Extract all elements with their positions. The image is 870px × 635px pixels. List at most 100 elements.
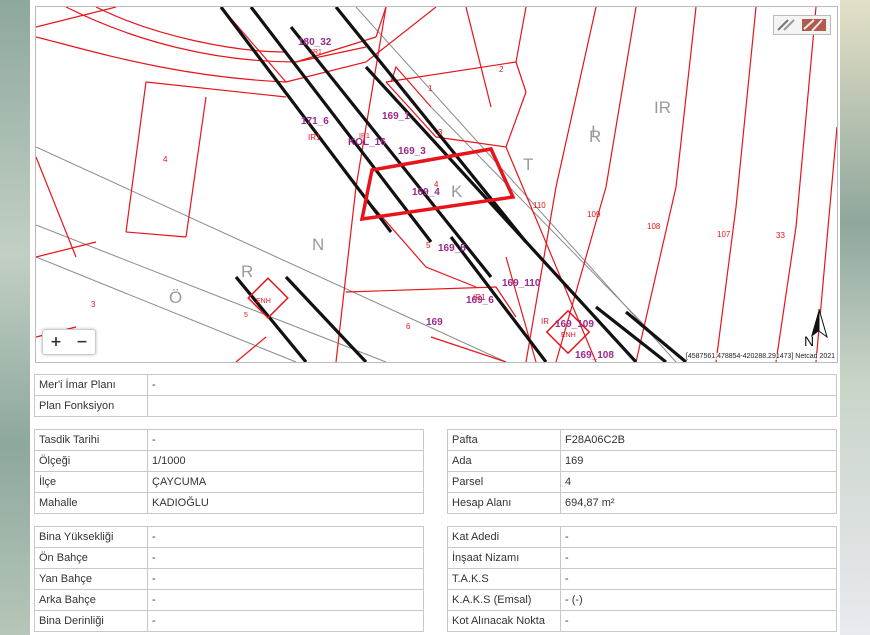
layer-switch-button[interactable] xyxy=(773,15,831,35)
row-label: Ölçeği xyxy=(34,450,148,472)
parcel-label: IR1 xyxy=(308,133,321,142)
parcel-label: 4 xyxy=(163,155,168,164)
table-row: Mer'i İmar Planı - xyxy=(34,374,837,396)
row-label: Kat Adedi xyxy=(447,526,561,548)
table-row: Kat Adedi - xyxy=(447,526,837,548)
parcel-label: 3 xyxy=(91,300,96,309)
parcel-label: 169 xyxy=(426,317,443,328)
row-value: - xyxy=(560,526,837,548)
plan-value: - xyxy=(147,374,837,396)
parcel-label: 171_6 xyxy=(301,116,329,127)
parcel-label: 5 xyxy=(426,241,431,250)
table-row: Bina Yüksekliği - xyxy=(34,526,424,548)
row-value: 1/1000 xyxy=(147,450,424,472)
parcel-label: 180_32 xyxy=(298,37,332,48)
row-label: Mahalle xyxy=(34,492,148,514)
row-label: Yan Bahçe xyxy=(34,568,148,590)
row-value: 4 xyxy=(560,471,837,493)
row-label: Parsel xyxy=(447,471,561,493)
building-table: Bina Yüksekliği - Ön Bahçe - Yan Bahçe - Ar… xyxy=(34,526,424,632)
table-row: Yan Bahçe - xyxy=(34,568,424,590)
row-value: 694,87 m² xyxy=(560,492,837,514)
row-label: İlçe xyxy=(34,471,148,493)
row-label: Arka Bahçe xyxy=(34,589,148,611)
plan-function-label: Plan Fonksiyon xyxy=(34,395,148,417)
parcel-label: 33 xyxy=(776,231,785,240)
table-row: Arka Bahçe - xyxy=(34,589,424,611)
row-label: Bina Yüksekliği xyxy=(34,526,148,548)
row-value: - xyxy=(560,568,837,590)
plan-function-value xyxy=(147,395,837,417)
row-label: Kot Alınacak Nokta xyxy=(447,610,561,632)
row-value: - xyxy=(147,568,424,590)
row-label: Pafta xyxy=(447,429,561,451)
layers-icon xyxy=(777,19,826,32)
north-arrow-outline xyxy=(818,308,828,339)
table-row: Mahalle KADIOĞLU xyxy=(34,492,424,514)
parcel-label: 107 xyxy=(717,230,731,239)
table-row: T.A.K.S - xyxy=(447,568,837,590)
table-row: Bina Derinliği - xyxy=(34,610,424,632)
row-label: Hesap Alanı xyxy=(447,492,561,514)
north-arrow-icon xyxy=(811,309,819,337)
background-right xyxy=(836,0,870,635)
row-value: KADIOĞLU xyxy=(147,492,424,514)
parcel-label: 110 xyxy=(533,201,546,210)
table-row: Pafta F28A06C2B xyxy=(447,429,837,451)
parcel-label: ENH xyxy=(256,298,271,305)
table-row: İnşaat Nizamı - xyxy=(447,547,837,569)
row-label: T.A.K.S xyxy=(447,568,561,590)
table-row: Kot Alınacak Nokta - xyxy=(447,610,837,632)
row-label: K.A.K.S (Emsal) xyxy=(447,589,561,611)
table-row: Ölçeği 1/1000 xyxy=(34,450,424,472)
location-table: Tasdik Tarihi - Ölçeği 1/1000 İlçe ÇAYCUMA … xyxy=(34,429,424,514)
parcel-label: ENH xyxy=(561,332,576,339)
parcel-label: N xyxy=(312,235,324,254)
row-value: - xyxy=(147,610,424,632)
row-label: Ada xyxy=(447,450,561,472)
table-row: Ada 169 xyxy=(447,450,837,472)
plan-label: Mer'i İmar Planı xyxy=(34,374,148,396)
parcel-label: T xyxy=(523,155,533,174)
row-value: - (-) xyxy=(560,589,837,611)
map-canvas: N 180_3212IR1169_1171_6IR1 KOL_16169_3IR1… xyxy=(36,7,837,362)
construction-table: Kat Adedi - İnşaat Nizamı - T.A.K.S - K.A.K… xyxy=(447,526,837,632)
row-value: - xyxy=(147,589,424,611)
parcel-label: 169_3 xyxy=(398,146,426,157)
parcel-label: R xyxy=(241,262,253,281)
row-value: 169 xyxy=(560,450,837,472)
parcel-label: IR xyxy=(541,317,549,326)
table-row: İlçe ÇAYCUMA xyxy=(34,471,424,493)
table-row: K.A.K.S (Emsal) - (-) xyxy=(447,589,837,611)
parcel-map[interactable]: N 180_32 1 2 IR1 169_1 171_6 IR1 KOL_16 169_3 IR1… xyxy=(35,6,838,363)
parcel-label: IR1 xyxy=(311,49,322,56)
row-value: - xyxy=(147,429,424,451)
parcel-label: 6 xyxy=(406,322,411,331)
zoom-in-button[interactable]: + xyxy=(43,330,69,354)
zoom-out-button[interactable]: − xyxy=(69,330,95,354)
parcel-label: 169_110 xyxy=(502,278,541,289)
row-label: Bina Derinliği xyxy=(34,610,148,632)
zoom-control: + − xyxy=(42,329,96,355)
parcel-label: 169_1 xyxy=(382,111,410,122)
row-label: Ön Bahçe xyxy=(34,547,148,569)
parcel-label: 5 xyxy=(244,312,248,319)
table-row: Ön Bahçe - xyxy=(34,547,424,569)
parcel-label: 2 xyxy=(499,65,504,74)
row-label: Tasdik Tarihi xyxy=(34,429,148,451)
parcel-label: K xyxy=(451,182,463,201)
parcel-label: 3 xyxy=(438,128,443,137)
parcel-label: 1 xyxy=(428,84,433,93)
parcel-labels: 180_3212IR1169_1171_6IR1 KOL_16169_3IR1 31… xyxy=(91,37,785,361)
parcel-label: 169_5 xyxy=(438,243,466,254)
parcel-label: Ö xyxy=(169,288,182,307)
parcel-label: IR xyxy=(654,98,671,117)
parcel-label: 4 xyxy=(434,180,439,189)
table-row: Parsel 4 xyxy=(447,471,837,493)
row-value: - xyxy=(560,610,837,632)
row-value: - xyxy=(147,526,424,548)
background-left xyxy=(0,0,34,635)
table-row: Plan Fonksiyon xyxy=(34,395,837,417)
plan-table: Mer'i İmar Planı - Plan Fonksiyon xyxy=(34,374,837,417)
parcel-label: 108 xyxy=(647,222,661,231)
